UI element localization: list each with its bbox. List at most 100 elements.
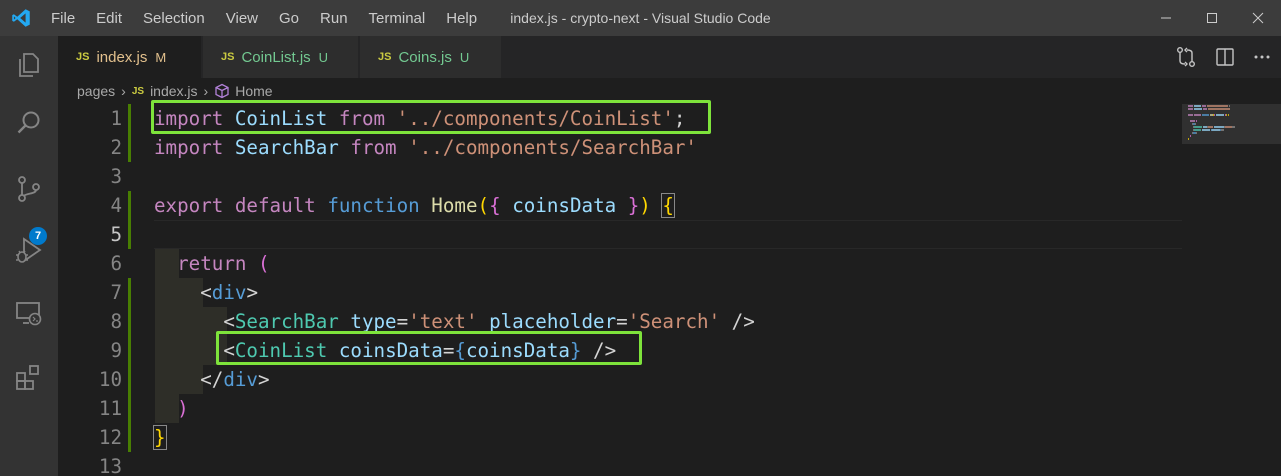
code-line[interactable]: 5: [58, 220, 1178, 249]
minimize-button[interactable]: [1143, 0, 1189, 36]
highlight-box-import: [151, 100, 711, 134]
tab-index-js[interactable]: JS index.js M: [58, 36, 202, 78]
code-token: '../components/SearchBar': [408, 136, 697, 159]
split-editor-button[interactable]: [1214, 36, 1236, 78]
menu-selection[interactable]: Selection: [132, 10, 215, 27]
breadcrumb-folder[interactable]: pages: [77, 83, 115, 99]
maximize-icon: [1207, 13, 1217, 23]
code-token: =: [616, 310, 628, 333]
minimap-token: [1194, 105, 1202, 107]
activity-extensions[interactable]: [0, 348, 58, 406]
code-token: (: [477, 194, 490, 217]
activity-bar: 7: [0, 36, 58, 476]
breadcrumb-file[interactable]: index.js: [150, 83, 197, 99]
menu-run[interactable]: Run: [309, 10, 358, 27]
minimap-token: [1201, 114, 1209, 116]
js-file-icon: JS: [378, 51, 392, 63]
minimap-token: [1232, 126, 1235, 128]
code-text: ): [154, 394, 189, 423]
chevron-right-icon: ›: [203, 83, 209, 99]
menu-help[interactable]: Help: [435, 10, 487, 27]
tab-label: Coins.js: [398, 48, 452, 66]
line-number: 3: [110, 165, 122, 188]
activity-run-debug[interactable]: [0, 222, 58, 280]
minimap-token: [1188, 108, 1194, 110]
tab-coinlist-js[interactable]: JS CoinList.js U: [203, 36, 359, 78]
code-token: {: [489, 194, 501, 217]
line-number: 12: [98, 426, 122, 449]
minimap-token: [1188, 138, 1189, 140]
code-token: ): [177, 397, 189, 420]
title-bar: File Edit Selection View Go Run Terminal Help i…: [0, 0, 1281, 36]
remote-explorer-icon: [16, 302, 42, 326]
open-changes-button[interactable]: [1175, 36, 1197, 78]
code-token: from: [350, 136, 397, 159]
code-token: {: [661, 193, 675, 218]
search-icon: [17, 111, 40, 134]
minimap-token: [1215, 114, 1224, 116]
minimap-viewport[interactable]: [1182, 104, 1281, 144]
tab-coins-js[interactable]: JS Coins.js U: [360, 36, 502, 78]
minimap-token: [1207, 126, 1214, 128]
more-actions-button[interactable]: [1252, 36, 1272, 78]
activity-remote-explorer[interactable]: [0, 285, 58, 343]
minimap[interactable]: [1182, 104, 1281, 164]
code-text: <div>: [154, 278, 258, 307]
code-token: />: [720, 310, 755, 333]
ellipsis-icon: [1254, 55, 1270, 59]
code-text: import SearchBar from '../components/Sea…: [154, 133, 697, 162]
minimap-token: [1189, 120, 1196, 122]
explorer-icon: [19, 53, 39, 77]
code-line[interactable]: 4 export default function Home({ coinsDat…: [58, 191, 1178, 220]
code-token: default: [234, 194, 316, 217]
code-token: div: [211, 281, 247, 304]
breadcrumb-symbol[interactable]: Home: [235, 83, 272, 99]
minimap-token: [1194, 129, 1202, 131]
minimap-token: [1202, 105, 1206, 107]
code-token: div: [223, 368, 258, 391]
code-token: </: [200, 368, 224, 391]
code-token: (: [257, 252, 270, 275]
tab-label: CoinList.js: [241, 48, 311, 66]
code-token: ): [639, 194, 651, 217]
code-editor[interactable]: 1 import CoinList from '../components/Coi…: [58, 100, 1281, 476]
code-token: =: [396, 310, 409, 333]
minimap-token: [1207, 108, 1231, 110]
split-editor-icon: [1216, 48, 1234, 66]
close-window-button[interactable]: [1235, 0, 1281, 36]
menu-go[interactable]: Go: [268, 10, 309, 27]
menu-edit[interactable]: Edit: [85, 10, 132, 27]
maximize-button[interactable]: [1189, 0, 1235, 36]
activity-explorer[interactable]: [0, 36, 58, 94]
line-number: 6: [110, 252, 122, 275]
code-line[interactable]: 6 return (: [58, 249, 1178, 278]
activity-source-control[interactable]: [0, 160, 58, 218]
menu-terminal[interactable]: Terminal: [358, 10, 436, 27]
code-line[interactable]: 11 ): [58, 394, 1178, 423]
code-line[interactable]: 12}: [58, 423, 1178, 452]
tab-status: M: [155, 49, 167, 65]
code-text: export default function Home({ coinsData…: [154, 191, 675, 220]
activity-search[interactable]: [0, 94, 58, 152]
code-token: >: [257, 368, 270, 391]
js-file-icon: JS: [221, 51, 235, 63]
menu-file[interactable]: File: [40, 10, 85, 27]
code-line[interactable]: 2 import SearchBar from '../components/Se…: [58, 133, 1178, 162]
code-line[interactable]: 3: [58, 162, 1178, 191]
code-token: 'text': [408, 310, 478, 333]
line-number: 4: [110, 194, 122, 217]
code-line[interactable]: 7 <div>: [58, 278, 1178, 307]
code-token: 'Search': [627, 310, 721, 333]
code-line[interactable]: 13: [58, 452, 1178, 476]
menu-view[interactable]: View: [215, 10, 268, 27]
code-token: return: [177, 252, 247, 275]
code-line[interactable]: 10 </div>: [58, 365, 1178, 394]
